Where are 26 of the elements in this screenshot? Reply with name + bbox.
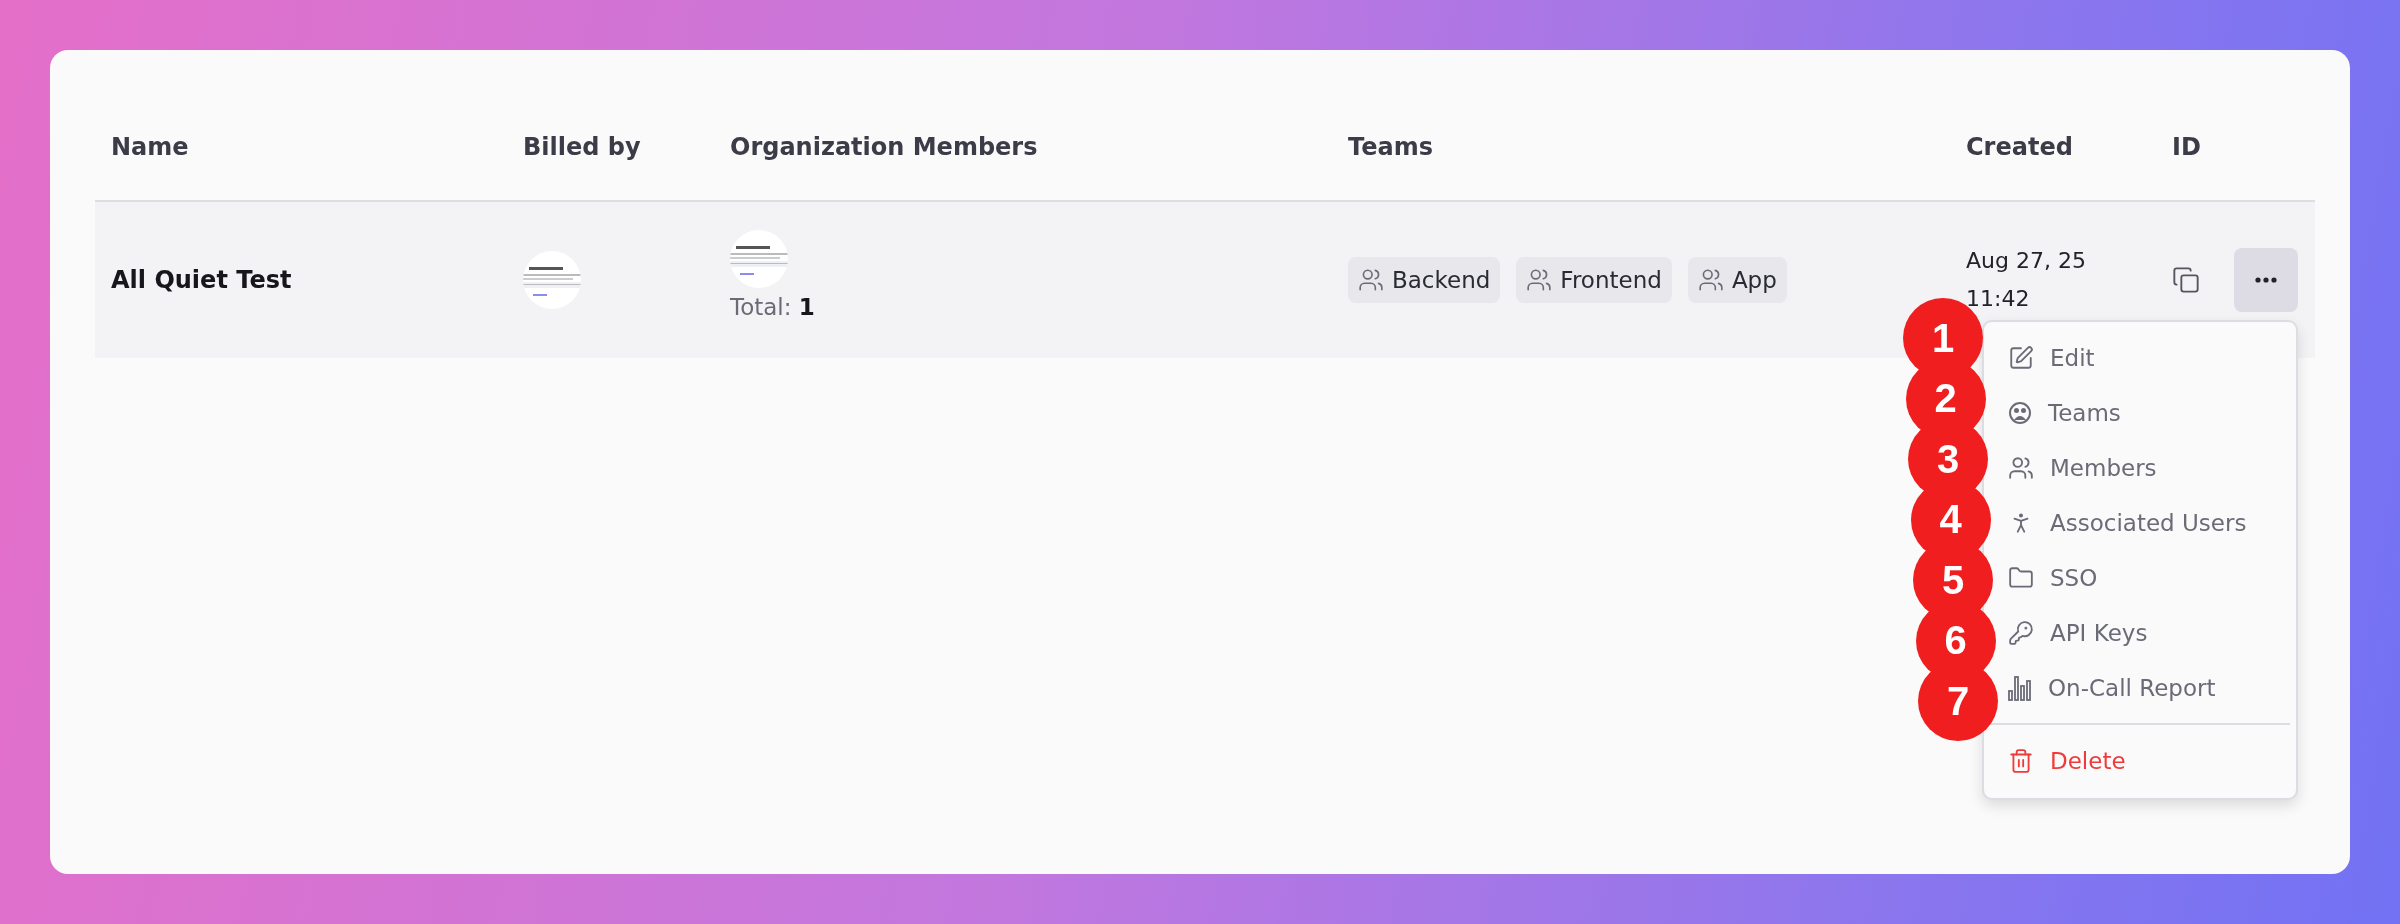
people-icon (2008, 454, 2034, 481)
column-header: Organization Members (730, 133, 1038, 161)
team-tag: Frontend (1516, 257, 1672, 303)
ellipsis-icon (2255, 277, 2277, 283)
column-header: Billed by (523, 133, 641, 161)
team-tag: Backend (1348, 257, 1501, 303)
edit-icon (2008, 344, 2034, 371)
trash-icon (2008, 747, 2034, 774)
column-header: Teams (1348, 133, 1433, 161)
key-icon (2008, 619, 2034, 646)
copy-icon[interactable] (2172, 266, 2200, 294)
bar-chart-icon (2008, 674, 2032, 701)
team-faces-icon (2008, 400, 2032, 425)
column-header: Created (1966, 133, 2073, 161)
folder-icon (2008, 564, 2034, 591)
people-icon (1526, 267, 1553, 293)
people-icon (1697, 267, 1724, 293)
column-header: ID (2172, 133, 2201, 161)
column-header: Name (111, 133, 189, 161)
members-total: Total: 1 (730, 294, 816, 320)
menu-item[interactable]: Edit (1984, 330, 2296, 385)
team-tag: App (1687, 257, 1787, 303)
created-date: Aug 27, 25 (1966, 247, 2087, 275)
people-icon (1358, 267, 1384, 293)
organization-name: All Quiet Test (111, 266, 292, 294)
created-date: 11:42 (1966, 285, 2031, 313)
